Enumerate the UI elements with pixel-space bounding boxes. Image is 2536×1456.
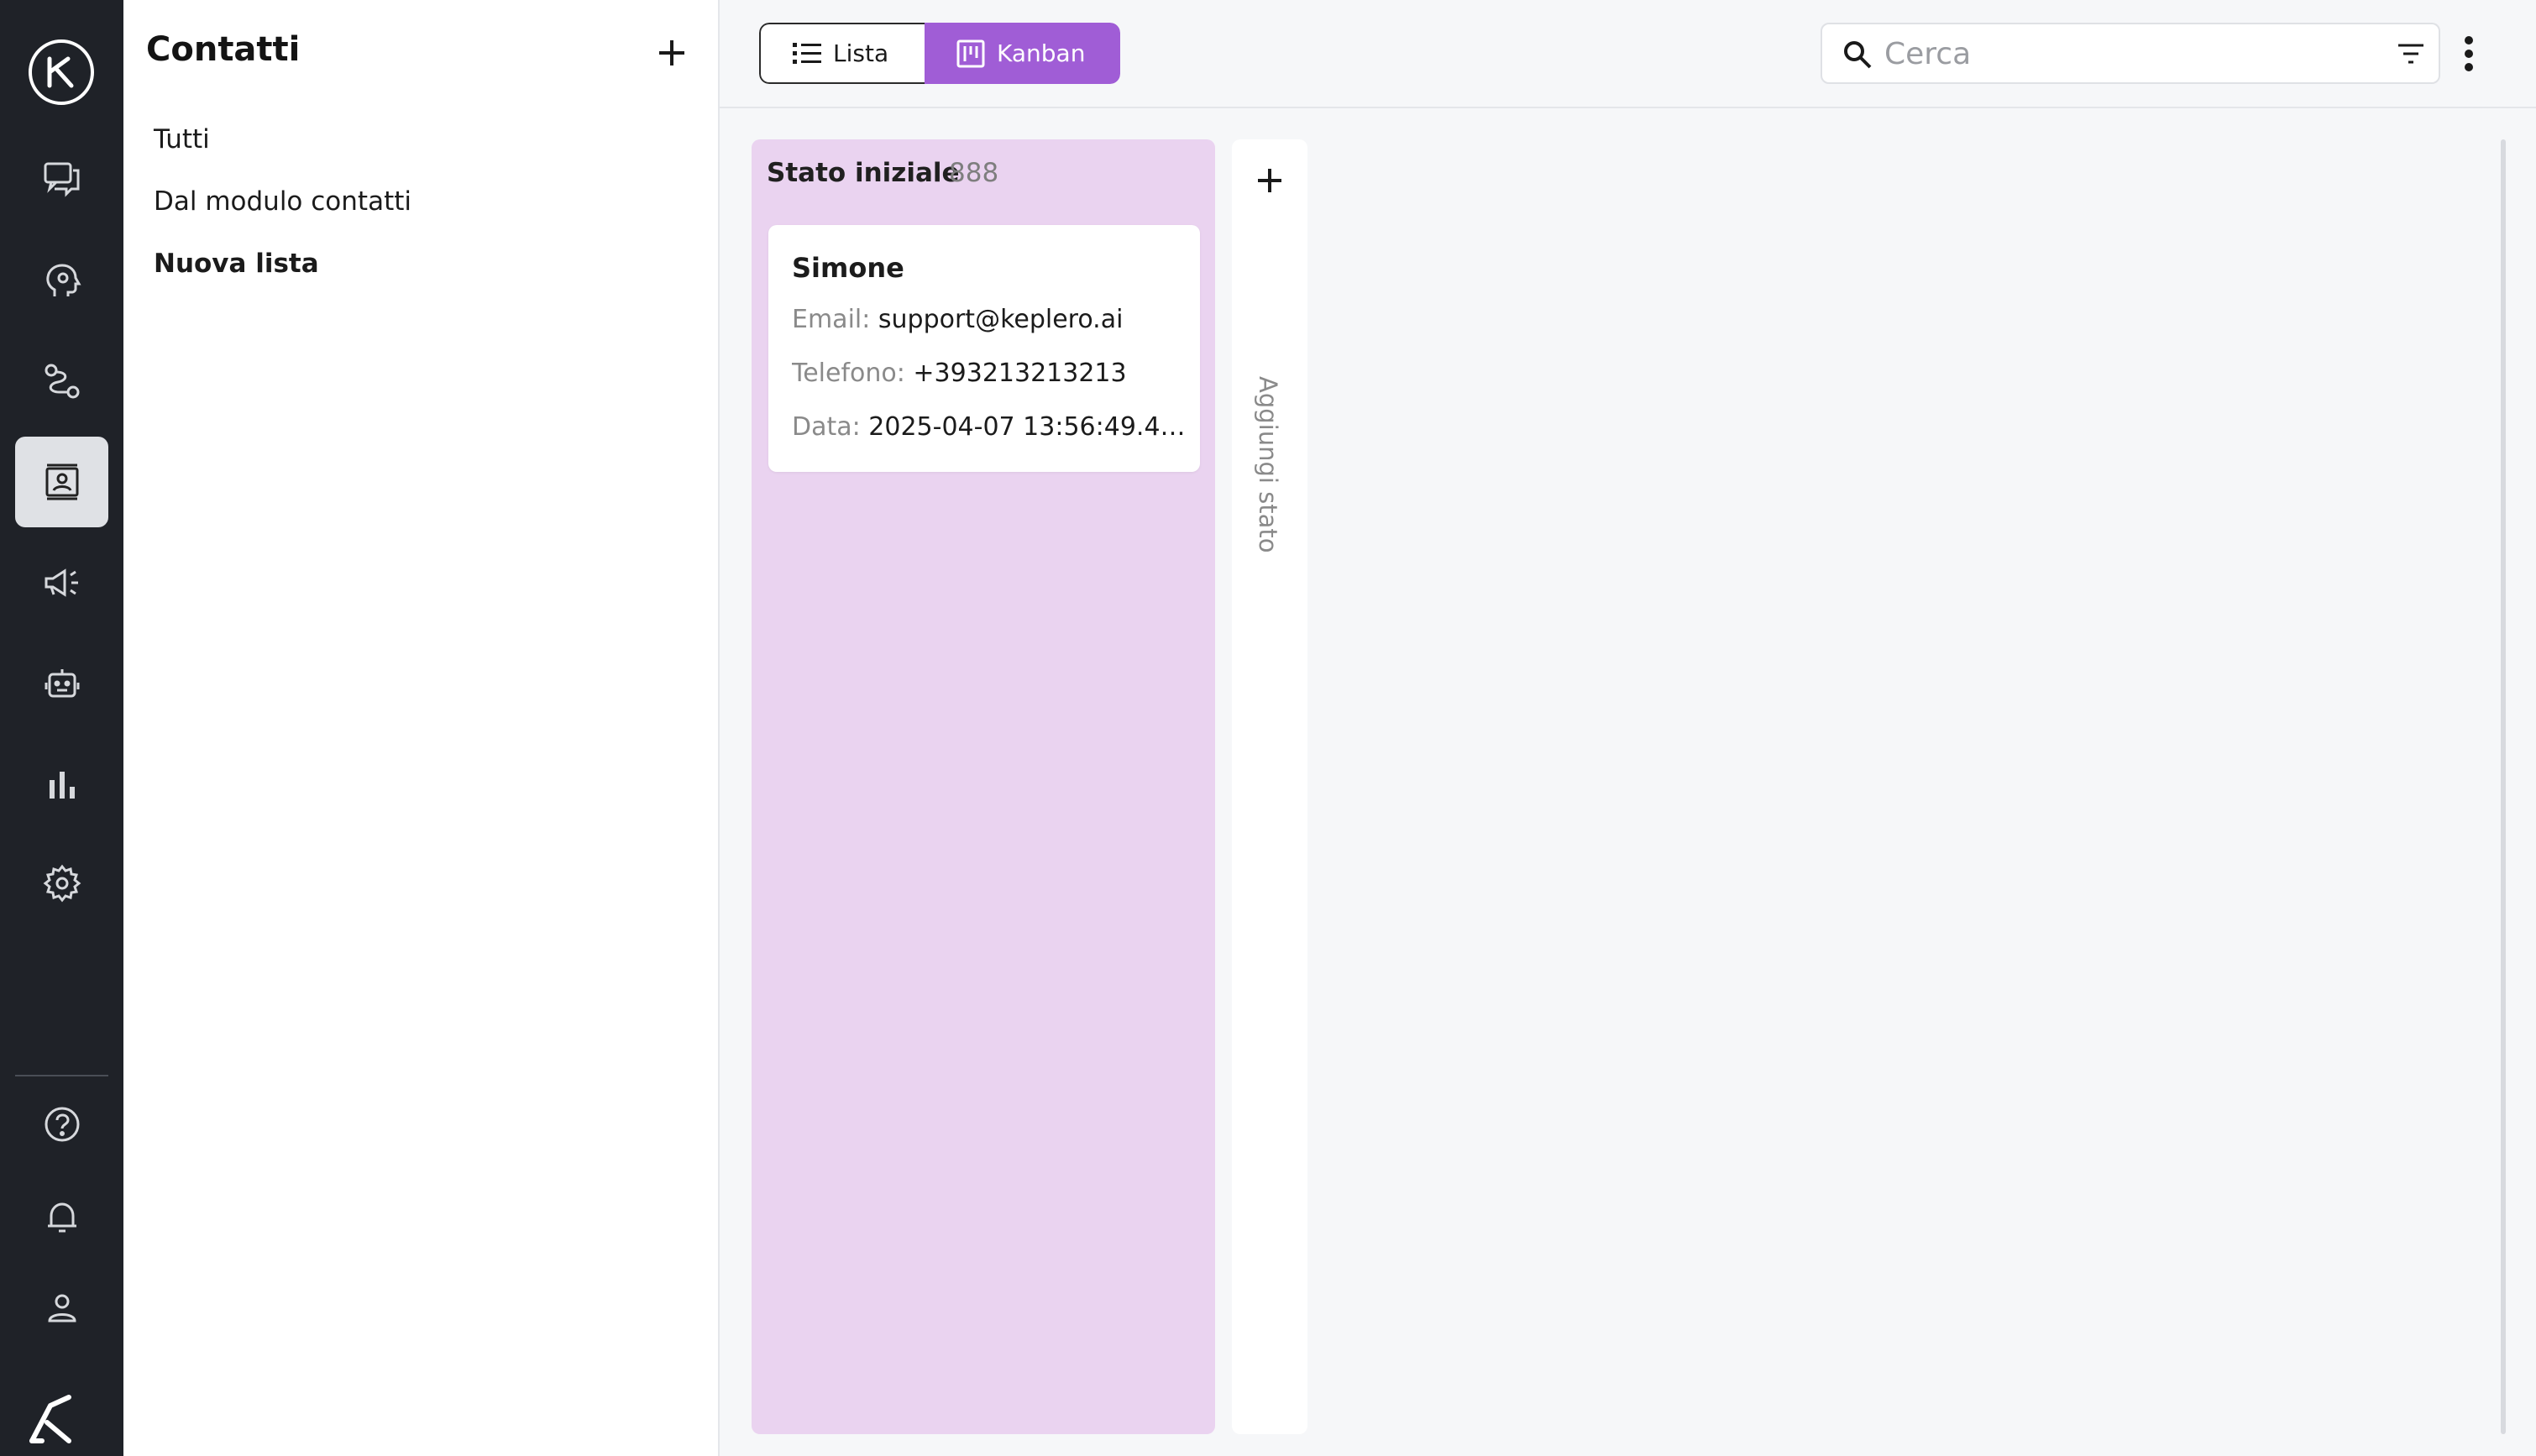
chat-icon (44, 162, 79, 197)
nav-divider (15, 1075, 108, 1076)
add-column-plus[interactable] (1249, 160, 1291, 202)
flows-icon (45, 364, 79, 399)
search-icon (1844, 41, 1872, 69)
list-item-new-list[interactable]: Nuova lista (154, 249, 319, 279)
contact-email-row: Email: support@keplero.ai (792, 305, 1187, 334)
user-icon (47, 1294, 76, 1322)
phone-label: Telefono: (792, 359, 905, 388)
list-item-contact-form[interactable]: Dal modulo contatti (154, 186, 411, 217)
email-label: Email: (792, 305, 871, 334)
phone-value: +393213213213 (913, 359, 1127, 388)
gear-icon (43, 864, 81, 903)
top-bar: Lista Kanban (720, 0, 2536, 108)
filter-icon (2397, 44, 2423, 63)
nav-notifications[interactable] (15, 1171, 108, 1262)
date-label: Data: (792, 412, 861, 442)
add-list-button[interactable] (651, 32, 693, 74)
nav-rail (0, 0, 123, 1456)
search-input[interactable] (1884, 33, 2355, 75)
nav-knowledge[interactable] (15, 235, 108, 326)
contact-date-row: Data: 2025-04-07 13:56:49.4… (792, 412, 1187, 442)
email-value: support@keplero.ai (878, 305, 1124, 334)
search-box (1821, 23, 2402, 84)
plus-icon (1258, 169, 1281, 192)
add-column-label: Aggiungi stato (1254, 376, 1282, 553)
add-column-button[interactable]: Aggiungi stato (1232, 139, 1307, 1434)
megaphone-icon (45, 568, 78, 597)
contact-card[interactable]: Simone Email: support@keplero.ai Telefon… (768, 225, 1200, 472)
bar-chart-icon (49, 772, 75, 799)
view-toggle: Lista Kanban (759, 23, 1120, 84)
list-view-label: Lista (833, 39, 889, 67)
column-count: 888 (949, 158, 999, 188)
bell-icon (47, 1202, 76, 1233)
help-icon (45, 1107, 79, 1142)
plus-icon (659, 40, 684, 65)
brand-logo-icon (29, 1395, 71, 1443)
more-options-button[interactable] (2456, 30, 2481, 76)
board-scrollbar[interactable] (2501, 139, 2506, 1434)
nav-flows[interactable] (15, 336, 108, 427)
kanban-icon (956, 39, 985, 67)
kanban-column: Stato iniziale 888 Simone Email: support… (752, 139, 1215, 1434)
list-item-all[interactable]: Tutti (154, 124, 210, 155)
nav-profile[interactable] (15, 1263, 108, 1354)
kanban-view-label: Kanban (997, 39, 1086, 67)
date-value: 2025-04-07 13:56:49.4… (868, 412, 1186, 442)
nav-settings[interactable] (15, 838, 108, 929)
nav-bots[interactable] (15, 638, 108, 729)
robot-icon (45, 669, 79, 698)
contacts-panel: Contatti Tutti Dal modulo contatti Nuova… (123, 0, 720, 1456)
nav-contacts[interactable] (15, 437, 108, 527)
nav-analytics[interactable] (15, 739, 108, 830)
logo-icon[interactable] (29, 39, 94, 105)
contact-name: Simone (792, 252, 904, 284)
contacts-icon (45, 464, 78, 500)
list-icon (793, 42, 821, 64)
contact-phone-row: Telefono: +393213213213 (792, 359, 1187, 388)
page-title: Contatti (146, 30, 301, 69)
nav-help[interactable] (15, 1079, 108, 1170)
brain-icon (45, 264, 81, 296)
list-view-button[interactable]: Lista (759, 23, 925, 84)
kanban-view-button[interactable]: Kanban (925, 23, 1120, 84)
nav-chat[interactable] (15, 133, 108, 223)
more-vertical-icon (2465, 35, 2473, 71)
filter-button[interactable] (2382, 23, 2440, 84)
nav-campaigns[interactable] (15, 537, 108, 628)
column-title: Stato iniziale (767, 158, 960, 188)
